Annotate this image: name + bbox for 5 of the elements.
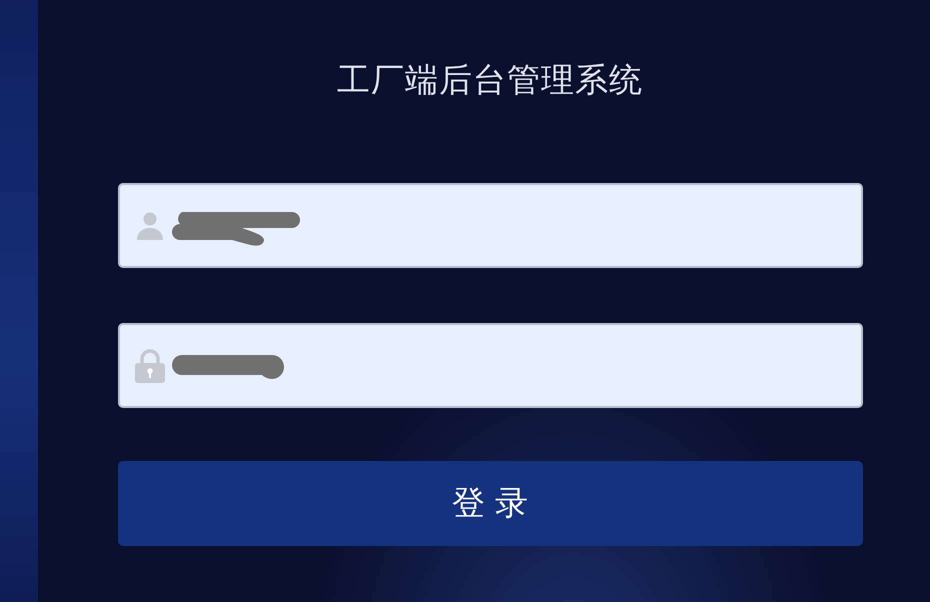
system-title: 工厂端后台管理系统 bbox=[337, 59, 643, 101]
lock-icon bbox=[134, 348, 166, 382]
password-field[interactable] bbox=[118, 323, 862, 408]
username-field[interactable] bbox=[118, 183, 862, 268]
login-button[interactable]: 登 录 bbox=[118, 461, 862, 546]
